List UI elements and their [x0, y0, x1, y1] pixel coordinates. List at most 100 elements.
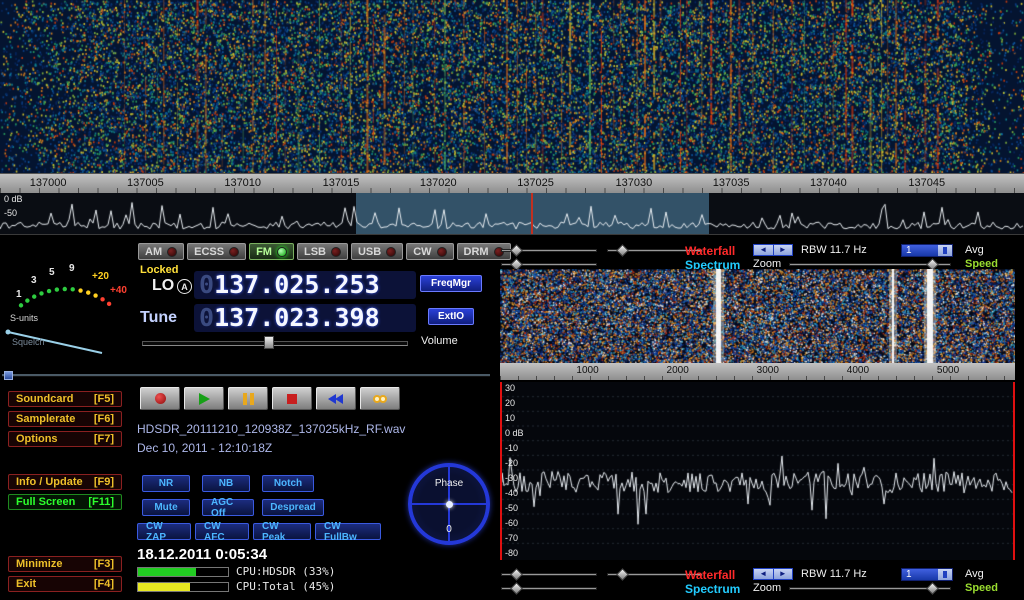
squelch-label: Squelch	[12, 337, 45, 347]
slider-handle[interactable]	[616, 568, 629, 581]
brightness-slider[interactable]	[501, 249, 597, 252]
cw-afc-button[interactable]: CW AFC	[195, 523, 249, 540]
mode-led-icon	[277, 247, 287, 257]
squelch-slider-track[interactable]	[2, 374, 490, 377]
frequency-ruler[interactable]: 137000 137005 137010 137015 137020 13702…	[0, 173, 1024, 193]
spectrum-control-row-bottom: Spectrum Zoom Speed	[497, 582, 1024, 595]
slider-handle[interactable]	[510, 582, 523, 595]
meter-tick: 3	[31, 275, 37, 286]
af-spectrum-display[interactable]: 30 20 10 0 dB -10 -20 -30 -40 -50 -60 -7…	[500, 382, 1015, 560]
mute-button[interactable]: Mute	[142, 499, 190, 516]
extio-button[interactable]: ExtIO	[428, 308, 474, 325]
button-label: Info / Update	[16, 476, 83, 488]
volume-slider-handle[interactable]	[264, 336, 274, 349]
mode-label: DRM	[464, 246, 489, 258]
freq-label: 137035	[713, 177, 750, 189]
speed-label: Speed	[965, 582, 998, 594]
meter-tick: 5	[49, 267, 55, 278]
mode-cw-button[interactable]: CW	[406, 243, 453, 260]
notch-button[interactable]: Notch	[262, 475, 314, 492]
waterfall-shift-control[interactable]: ◄ ►	[753, 244, 793, 256]
avg-select[interactable]: 1	[901, 244, 953, 257]
mode-usb-button[interactable]: USB	[351, 243, 403, 260]
cpu-hdsdr-row: CPU:HDSDR (33%)	[137, 566, 335, 577]
spinner-grip-icon[interactable]	[938, 245, 952, 256]
phase-indicator: Phase 0	[408, 463, 490, 545]
slider-handle[interactable]	[616, 244, 629, 257]
waterfall-control-row-bottom: Waterfall ◄ ► RBW 11.7 Hz 1 Avg	[497, 568, 1024, 581]
volume-slider-track[interactable]	[142, 341, 408, 346]
s-meter: 1 3 5 9 +20 +40 S-units Squelch	[2, 237, 134, 365]
zoom-slider[interactable]	[789, 263, 951, 266]
offset-slider[interactable]	[501, 263, 597, 266]
soundcard-button[interactable]: Soundcard [F5]	[8, 391, 122, 407]
button-hotkey: [F6]	[94, 413, 114, 425]
arrow-left-icon[interactable]: ◄	[754, 245, 773, 255]
button-hotkey: [F9]	[94, 476, 114, 488]
phase-value: 0	[412, 524, 486, 535]
samplerate-button[interactable]: Samplerate [F6]	[8, 411, 122, 427]
af-frequency-ruler[interactable]: 1000 2000 3000 4000 5000	[500, 363, 1015, 380]
tune-label: Tune	[140, 309, 177, 327]
slider-handle[interactable]	[510, 568, 523, 581]
squelch-slider-handle[interactable]	[4, 371, 13, 380]
pause-button[interactable]	[228, 387, 268, 410]
mode-ecss-button[interactable]: ECSS	[187, 243, 246, 260]
info-update-button[interactable]: Info / Update [F9]	[8, 474, 122, 490]
waterfall-shift-control[interactable]: ◄ ►	[753, 568, 793, 580]
lo-frequency-display[interactable]: 0137.025.253	[194, 271, 416, 299]
squelch-slider[interactable]	[2, 371, 490, 380]
avg-label: Avg	[965, 244, 984, 256]
af-waterfall-display[interactable]	[500, 269, 1015, 363]
avg-select[interactable]: 1	[901, 568, 953, 581]
tune-marker[interactable]	[531, 193, 533, 234]
zoom-slider[interactable]	[789, 587, 951, 590]
vfo-a-badge[interactable]: A	[177, 279, 192, 294]
cw-zap-button[interactable]: CW ZAP	[137, 523, 191, 540]
db-label: -50	[4, 208, 17, 218]
agc-button[interactable]: AGC Off	[202, 499, 254, 516]
stop-button[interactable]	[272, 387, 312, 410]
arrow-left-icon[interactable]: ◄	[754, 569, 773, 579]
brightness-slider[interactable]	[501, 573, 597, 576]
db-label: -80	[505, 549, 524, 558]
tune-frequency-display[interactable]: 0137.023.398	[194, 304, 416, 332]
db-label: 10	[505, 414, 524, 423]
nb-button[interactable]: NB	[202, 475, 250, 492]
record-button[interactable]	[140, 387, 180, 410]
af-spectrum-trace	[502, 382, 1013, 558]
mode-lsb-button[interactable]: LSB	[297, 243, 348, 260]
fullscreen-button[interactable]: Full Screen [F11]	[8, 494, 122, 510]
db-label: -40	[505, 489, 524, 498]
slider-handle[interactable]	[926, 582, 939, 595]
mode-fm-button[interactable]: FM	[249, 243, 294, 260]
rewind-icon	[329, 394, 343, 404]
phase-dot	[446, 501, 453, 508]
button-hotkey: [F5]	[94, 393, 114, 405]
cw-fullbw-button[interactable]: CW FullBw	[315, 523, 381, 540]
freq-label: 137025	[517, 177, 554, 189]
main-spectrum-display[interactable]: 0 dB -50	[0, 193, 1024, 235]
db-label: 0 dB	[505, 429, 524, 438]
spinner-grip-icon[interactable]	[938, 569, 952, 580]
play-button[interactable]	[184, 387, 224, 410]
freqmgr-button[interactable]: FreqMgr	[420, 275, 482, 292]
rbw-label: RBW 11.7 Hz	[801, 244, 867, 256]
cw-peak-button[interactable]: CW Peak	[253, 523, 311, 540]
rewind-button[interactable]	[316, 387, 356, 410]
avg-value: 1	[902, 569, 938, 580]
main-waterfall-display[interactable]	[0, 0, 1024, 173]
arrow-right-icon[interactable]: ►	[773, 569, 793, 579]
options-button[interactable]: Options [F7]	[8, 431, 122, 447]
despread-button[interactable]: Despread	[262, 499, 324, 516]
mode-am-button[interactable]: AM	[138, 243, 184, 260]
loop-button[interactable]	[360, 387, 400, 410]
nr-button[interactable]: NR	[142, 475, 190, 492]
slider-handle[interactable]	[510, 244, 523, 257]
minimize-button[interactable]: Minimize [F3]	[8, 556, 122, 572]
arrow-right-icon[interactable]: ►	[773, 245, 793, 255]
exit-button[interactable]: Exit [F4]	[8, 576, 122, 592]
mode-button-row: AM ECSS FM LSB USB CW	[138, 243, 511, 260]
offset-slider[interactable]	[501, 587, 597, 590]
volume-slider[interactable]	[142, 336, 408, 349]
